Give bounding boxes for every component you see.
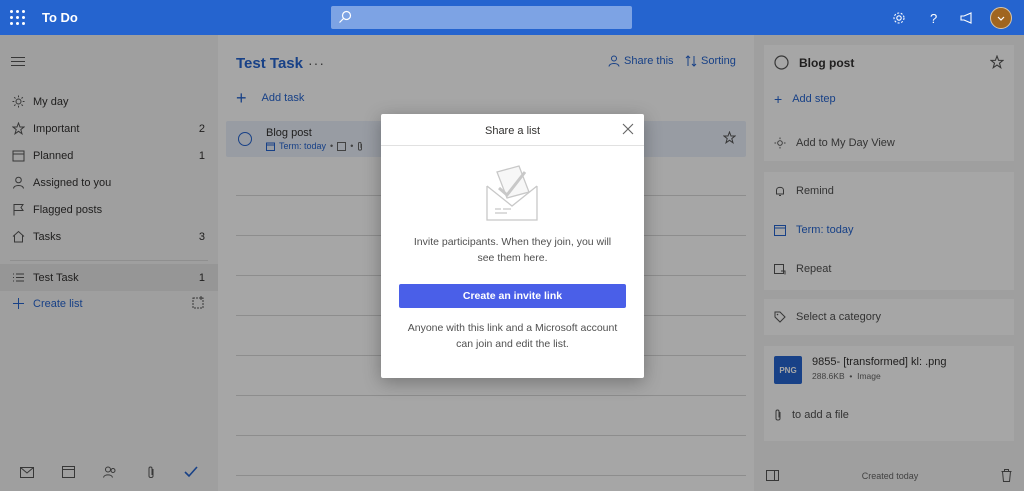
app-launcher-icon[interactable]	[10, 10, 25, 25]
search-icon	[339, 10, 352, 23]
help-icon[interactable]: ?	[916, 0, 950, 35]
megaphone-icon[interactable]	[950, 0, 984, 35]
create-invite-link-button[interactable]: Create an invite link	[399, 284, 626, 308]
app-title[interactable]: To Do	[42, 10, 78, 25]
avatar[interactable]	[990, 6, 1012, 29]
dialog-description: Invite participants. When they join, you…	[413, 236, 612, 264]
dialog-title: Share a list	[484, 125, 541, 137]
close-icon[interactable]	[621, 122, 635, 136]
settings-gear-icon[interactable]	[882, 0, 916, 35]
dialog-divider	[381, 145, 644, 146]
share-list-dialog: Share a list Invite participants. When t…	[381, 114, 644, 378]
search-input[interactable]	[331, 6, 632, 29]
top-bar: To Do ?	[0, 0, 1024, 35]
envelope-checkmark-illustration	[481, 162, 543, 227]
dialog-note: Anyone with this link and a Microsoft ac…	[407, 322, 618, 350]
svg-text:?: ?	[930, 11, 937, 25]
